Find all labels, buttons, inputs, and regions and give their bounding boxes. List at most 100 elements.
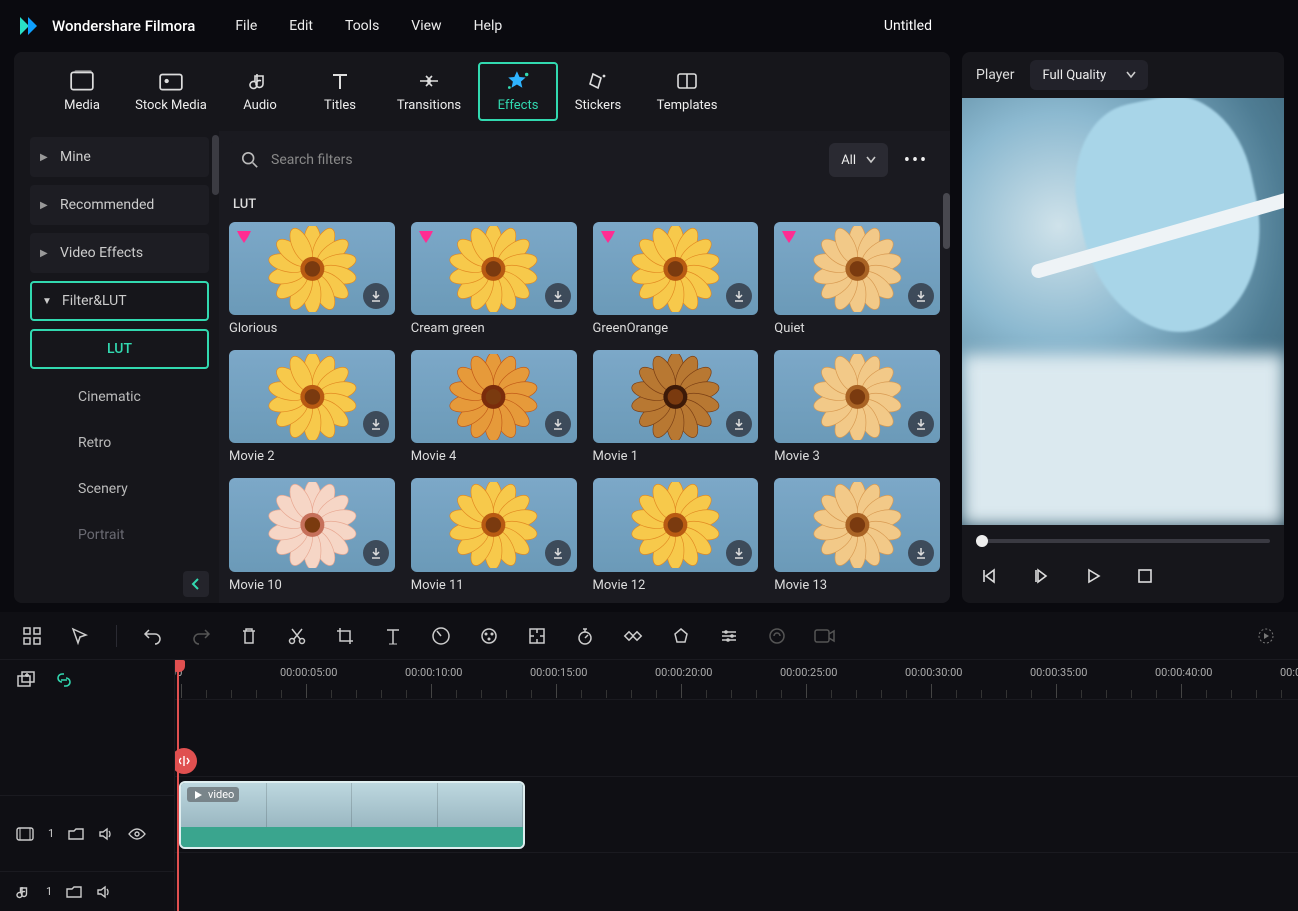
player-stop-button[interactable] — [1132, 563, 1158, 589]
timeline-video-lane[interactable]: video — [175, 776, 1298, 852]
gallery-item[interactable]: Movie 1 — [593, 350, 759, 464]
sidebar-item-mine[interactable]: ▶Mine — [30, 137, 209, 177]
tl-record-icon[interactable] — [813, 624, 837, 648]
gallery-item-label: Movie 10 — [229, 578, 395, 593]
gallery-item[interactable]: Movie 4 — [411, 350, 577, 464]
sidebar-item-recommended[interactable]: ▶Recommended — [30, 185, 209, 225]
search-filters-input[interactable] — [229, 141, 819, 179]
download-button[interactable] — [545, 283, 571, 309]
gallery-item[interactable]: Movie 11 — [411, 478, 577, 592]
gallery-item-label: Glorious — [229, 321, 395, 336]
tl-grid-icon[interactable] — [20, 624, 44, 648]
tl-tracking-icon[interactable] — [525, 624, 549, 648]
search-icon — [241, 151, 259, 169]
effects-gallery: All ••• LUT Glorious Cream green GreenOran… — [219, 131, 950, 603]
menu-file[interactable]: File — [235, 18, 257, 34]
tl-link-icon[interactable] — [54, 670, 74, 690]
tl-adjust-icon[interactable] — [717, 624, 741, 648]
tl-video-track-header[interactable]: 1 — [0, 795, 174, 871]
tl-crop-icon[interactable] — [333, 624, 357, 648]
gallery-item[interactable]: Movie 10 — [229, 478, 395, 592]
gallery-item[interactable]: Cream green — [411, 222, 577, 336]
gallery-item[interactable]: GreenOrange — [593, 222, 759, 336]
timeline-audio-lane[interactable] — [175, 852, 1298, 892]
tab-stock-media[interactable]: Stock Media — [122, 64, 220, 119]
tl-speed-icon[interactable] — [429, 624, 453, 648]
timeline-ruler[interactable]: 00:0000:00:05:0000:00:10:0000:00:15:0000… — [175, 660, 1298, 700]
sidebar-sub-retro[interactable]: Retro — [30, 423, 209, 463]
gallery-item[interactable]: Movie 3 — [774, 350, 940, 464]
mute-icon[interactable] — [96, 884, 112, 900]
sidebar-collapse-button[interactable] — [183, 571, 209, 597]
sidebar-sub-portrait[interactable]: Portrait — [30, 515, 209, 555]
sidebar-sub-cinematic[interactable]: Cinematic — [30, 377, 209, 417]
transitions-icon — [416, 70, 442, 92]
tl-split-icon[interactable] — [285, 624, 309, 648]
sidebar-item-filter-lut[interactable]: ▼Filter&LUT — [30, 281, 209, 321]
gallery-scrollbar[interactable] — [943, 131, 950, 603]
download-button[interactable] — [908, 540, 934, 566]
gallery-item[interactable]: Movie 12 — [593, 478, 759, 592]
tl-timer-icon[interactable] — [573, 624, 597, 648]
player-preview[interactable] — [962, 98, 1284, 525]
tab-transitions[interactable]: Transitions — [380, 64, 478, 119]
tl-audio-track-header[interactable]: 1 — [0, 871, 174, 911]
tab-media[interactable]: Media — [42, 64, 122, 119]
tl-delete-icon[interactable] — [237, 624, 261, 648]
tl-color-icon[interactable] — [477, 624, 501, 648]
sidebar-sub-scenery[interactable]: Scenery — [30, 469, 209, 509]
gallery-section-label: LUT — [229, 189, 940, 222]
more-options-button[interactable]: ••• — [898, 143, 934, 177]
tab-audio[interactable]: Audio — [220, 64, 300, 119]
premium-badge-icon — [415, 226, 437, 248]
tl-render-icon[interactable] — [1254, 624, 1278, 648]
timeline-toolbar — [0, 612, 1298, 660]
sidebar-sub-lut[interactable]: LUT — [30, 329, 209, 369]
sidebar-scrollbar[interactable] — [212, 131, 219, 603]
player-play-button[interactable] — [1080, 563, 1106, 589]
player-step-button[interactable] — [1028, 563, 1054, 589]
gallery-item[interactable]: Movie 2 — [229, 350, 395, 464]
gallery-item-label: Cream green — [411, 321, 577, 336]
gallery-item[interactable]: Movie 13 — [774, 478, 940, 592]
menu-help[interactable]: Help — [474, 18, 503, 34]
tab-titles[interactable]: Titles — [300, 64, 380, 119]
gallery-item[interactable]: Glorious — [229, 222, 395, 336]
panel-tabs: Media Stock Media Audio Titles Transitio… — [14, 52, 950, 131]
tab-stickers[interactable]: Stickers — [558, 64, 638, 119]
tl-redo-icon[interactable] — [189, 624, 213, 648]
play-icon — [192, 789, 204, 801]
eye-icon[interactable] — [128, 827, 146, 841]
timeline-clip-video[interactable]: video — [179, 781, 525, 849]
tl-add-track-icon[interactable] — [16, 670, 36, 690]
tl-undo-icon[interactable] — [141, 624, 165, 648]
tl-mask-icon[interactable] — [669, 624, 693, 648]
menu-edit[interactable]: Edit — [289, 18, 313, 34]
video-track-icon — [16, 827, 34, 841]
ruler-tick-label: 00:0 — [1280, 666, 1298, 679]
download-button[interactable] — [363, 540, 389, 566]
clip-label: video — [187, 787, 239, 802]
player-prev-button[interactable] — [976, 563, 1002, 589]
download-button[interactable] — [726, 540, 752, 566]
tl-ai-icon[interactable] — [765, 624, 789, 648]
menu-view[interactable]: View — [411, 18, 441, 34]
tl-text-icon[interactable] — [381, 624, 405, 648]
download-button[interactable] — [545, 411, 571, 437]
filter-dropdown[interactable]: All — [829, 143, 888, 177]
playhead[interactable] — [177, 660, 179, 911]
tab-templates[interactable]: Templates — [638, 64, 736, 119]
gallery-item[interactable]: Quiet — [774, 222, 940, 336]
premium-badge-icon — [597, 226, 619, 248]
download-button[interactable] — [545, 540, 571, 566]
player-quality-dropdown[interactable]: Full Quality — [1030, 60, 1148, 90]
sidebar-item-video-effects[interactable]: ▶Video Effects — [30, 233, 209, 273]
mute-icon[interactable] — [98, 826, 114, 842]
tl-keyframe-icon[interactable] — [621, 624, 645, 648]
tl-cursor-icon[interactable] — [68, 624, 92, 648]
gallery-item-label: Movie 2 — [229, 449, 395, 464]
menu-tools[interactable]: Tools — [345, 18, 379, 34]
player-progress-slider[interactable] — [976, 539, 1270, 543]
download-button[interactable] — [363, 283, 389, 309]
tab-effects[interactable]: Effects — [478, 62, 558, 121]
